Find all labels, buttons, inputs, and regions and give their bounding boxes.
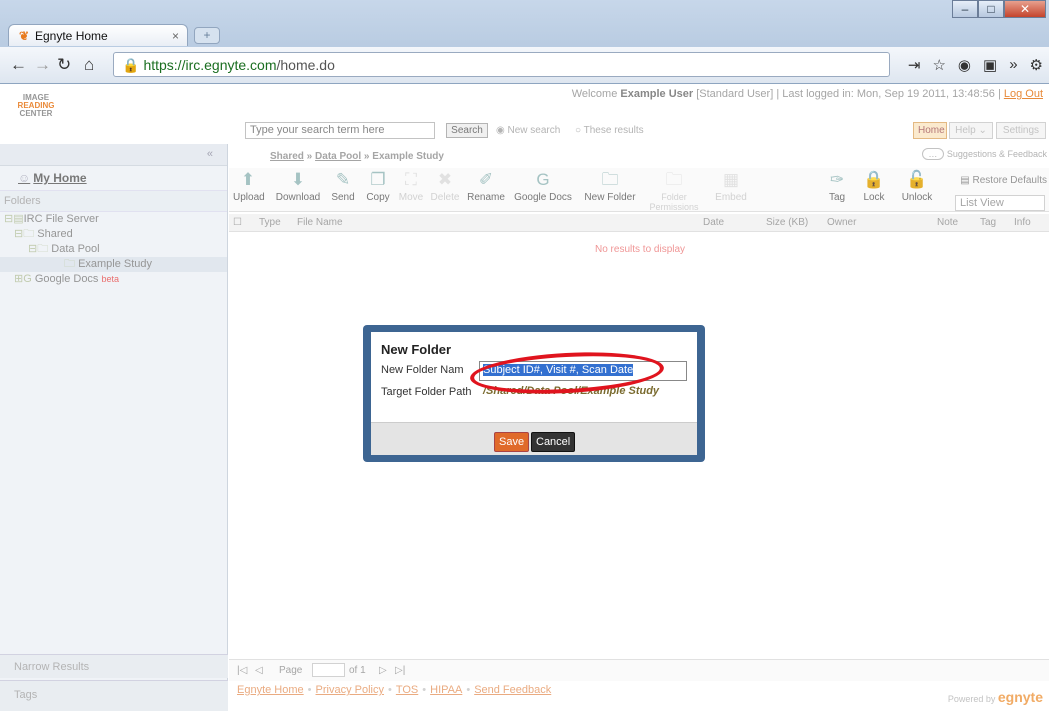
address-bar[interactable]: 🔒 https://irc.egnyte.com/home.do	[113, 52, 890, 77]
lock-icon: 🔒	[122, 57, 140, 73]
target-path-label: Target Folder Path	[381, 386, 472, 398]
maximize-icon[interactable]: □	[978, 0, 1004, 18]
home-icon[interactable]: ⌂	[84, 55, 94, 75]
folder-name-label: New Folder Nam	[381, 364, 464, 376]
save-button[interactable]: Save	[494, 432, 530, 452]
tab-bar: ❦ Egnyte Home × + – □ ✕	[0, 0, 1049, 46]
wrench-icon[interactable]: ⚙	[1030, 56, 1043, 74]
cancel-button[interactable]: Cancel	[531, 432, 576, 452]
reload-icon[interactable]: ↻	[57, 55, 71, 75]
browser-tab[interactable]: ❦ Egnyte Home ×	[8, 24, 188, 46]
pin-icon[interactable]: ⇥	[908, 56, 921, 74]
minimize-icon[interactable]: –	[952, 0, 978, 18]
nav-bar: ← → ↻ ⌂ 🔒 https://irc.egnyte.com/home.do …	[0, 47, 1049, 83]
url-host: https://irc.egnyte.com	[143, 57, 277, 73]
browser-actions: ⇥ ☆ ◉ ▣ » ⚙	[908, 56, 1043, 74]
window-close-icon[interactable]: ✕	[1004, 0, 1046, 18]
close-tab-icon[interactable]: ×	[172, 29, 179, 43]
new-tab-button[interactable]: +	[194, 27, 220, 44]
star-icon[interactable]: ☆	[932, 56, 945, 74]
url-path: /home.do	[276, 57, 335, 73]
egnyte-favicon-icon: ❦	[19, 29, 30, 43]
dialog-footer: Save Cancel	[371, 422, 697, 455]
more-icon[interactable]: »	[1009, 56, 1017, 74]
back-icon[interactable]: ←	[10, 55, 27, 75]
screen-icon[interactable]: ▣	[983, 56, 997, 74]
window-controls: – □ ✕	[952, 0, 1046, 20]
tab-title: Egnyte Home	[35, 29, 108, 43]
dialog-title: New Folder	[381, 342, 452, 357]
browser-chrome: ❦ Egnyte Home × + – □ ✕ ← → ↻ ⌂ 🔒 https://…	[0, 0, 1049, 84]
forward-icon[interactable]: →	[34, 55, 51, 75]
extension-icon[interactable]: ◉	[958, 56, 971, 74]
